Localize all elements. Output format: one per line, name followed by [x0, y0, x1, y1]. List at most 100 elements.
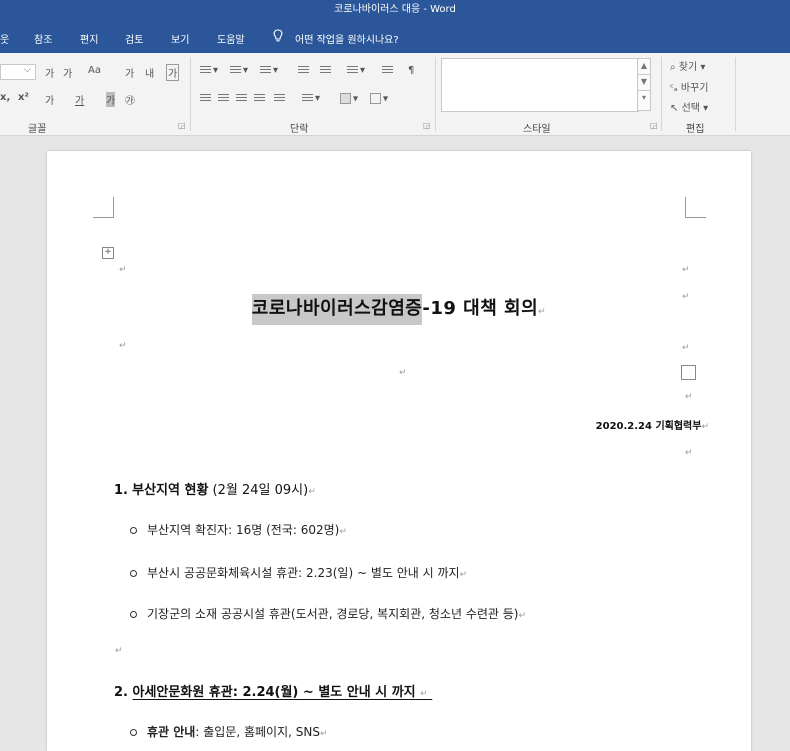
group-divider — [435, 57, 436, 131]
align-center-button[interactable] — [216, 93, 231, 104]
list-item: 부산지역 확진자: 16명 (전국: 602명)↵ — [130, 521, 347, 538]
line-spacing-button[interactable]: ▾ — [300, 93, 320, 104]
document-page[interactable]: + ↵ ↵ ↵ ↵ ↵ ↵ ↵ ↵ ↵ 코로나바이러스감염증-19 대책 회의↵… — [47, 151, 751, 751]
section-2-heading: 2. 아세안문화원 휴관: 2.24(월) ~ 별도 안내 시 까지 ↵ — [114, 681, 432, 700]
paragraph-mark-icon: ↵ — [399, 368, 407, 378]
subscript-button[interactable]: x, — [0, 92, 10, 103]
find-label: 찾기 — [678, 62, 698, 73]
section-heading-part2: : 2.24(월) ~ 별도 안내 시 까지 — [232, 685, 416, 700]
tab-mailings[interactable]: 편지 — [80, 31, 98, 46]
shrink-font-button[interactable]: 가 — [63, 65, 72, 80]
cursor-icon: ↖ — [670, 103, 679, 114]
paragraph-mark-icon: ↵ — [420, 689, 428, 699]
replace-label: 바꾸기 — [680, 83, 709, 94]
bullet-icon — [130, 729, 137, 736]
editing-group-label: 편집 — [686, 124, 705, 135]
replace-button[interactable]: ᶜₐ 바꾸기 — [670, 79, 708, 94]
lightbulb-icon — [273, 29, 283, 42]
char-shading-button[interactable]: 가 — [106, 92, 116, 107]
numbering-button[interactable]: ▾ — [228, 65, 248, 76]
paragraph-mark-icon: ↵ — [518, 611, 527, 621]
section-1-heading: 1. 부산지역 현황 (2월 24일 09시)↵ — [114, 479, 316, 498]
phonetic-guide-button[interactable]: 내 — [145, 65, 154, 80]
styles-scroll-up[interactable]: ▲ — [637, 58, 651, 75]
styles-gallery[interactable] — [441, 58, 639, 112]
paragraph-mark-icon: ↵ — [682, 265, 690, 275]
replace-icon: ᶜₐ — [670, 83, 678, 94]
tab-help[interactable]: 도움말 — [217, 31, 245, 46]
paragraph-mark-icon: ↵ — [682, 343, 690, 353]
list-item: 부산시 공공문화체육시설 휴관: 2.23(일) ~ 별도 안내 시 까지↵ — [130, 564, 467, 581]
bullet-icon — [130, 527, 137, 534]
section-heading-bold: 부산지역 현황 — [132, 483, 209, 498]
sort-button[interactable] — [380, 65, 395, 76]
paragraph-mark-icon: ↵ — [701, 422, 709, 432]
styles-more-button[interactable]: ▾ — [637, 90, 651, 111]
paragraph-group-label: 단락 — [290, 124, 309, 135]
bullet-text: 기장군의 소재 공공시설 휴관(도서관, 경로당, 복지회관, 청소년 수련관 … — [147, 607, 519, 621]
asian-layout-button[interactable]: ▾ — [345, 65, 365, 76]
styles-dialog-launcher[interactable]: ◲ — [650, 121, 658, 130]
document-title[interactable]: 코로나바이러스감염증-19 대책 회의↵ — [47, 294, 751, 325]
tell-me-search[interactable]: 어떤 작업을 원하시나요? — [295, 31, 399, 46]
multilevel-list-button[interactable]: ▾ — [258, 65, 278, 76]
title-rest: -19 대책 회의 — [422, 298, 539, 319]
superscript-button[interactable]: x² — [18, 92, 29, 103]
paragraph-mark-icon: ↵ — [339, 527, 347, 537]
enclose-char-button[interactable]: ㉮ — [125, 92, 135, 107]
section-number: 2. — [114, 685, 128, 700]
decrease-indent-button[interactable] — [296, 65, 311, 76]
bullet-icon — [130, 570, 137, 577]
group-divider — [190, 57, 191, 131]
paragraph-mark-icon: ↵ — [319, 729, 328, 739]
crop-mark-left — [93, 197, 114, 218]
align-left-button[interactable] — [198, 93, 213, 104]
tab-references[interactable]: 참조 — [34, 31, 52, 46]
paragraph-dialog-launcher[interactable]: ◲ — [423, 121, 431, 130]
tab-view[interactable]: 보기 — [171, 31, 189, 46]
window-title: 코로나바이러스 대응 - Word — [334, 4, 456, 15]
section-heading-underlined: 아세안문화원 휴관: 2.24(월) ~ 별도 안내 시 까지 ↵ — [133, 685, 433, 700]
find-button[interactable]: ⌕ 찾기 ▾ — [670, 58, 705, 73]
grow-font-button[interactable]: 가 — [45, 65, 54, 80]
clear-format-button[interactable]: 가 — [125, 65, 134, 80]
crop-mark-right — [685, 197, 706, 218]
group-divider — [735, 57, 736, 131]
bullet-text-bold: 휴관 안내 — [147, 725, 196, 739]
show-marks-button[interactable]: ¶ — [408, 65, 414, 76]
font-color-button[interactable]: 가 — [75, 92, 84, 107]
font-dialog-launcher[interactable]: ◲ — [178, 121, 186, 130]
list-item: 휴관 안내: 출입문, 홈페이지, SNS↵ — [130, 723, 328, 740]
bullet-icon — [130, 611, 137, 618]
section-heading-part1: 아세안문화원 휴관 — [132, 685, 233, 700]
bullets-button[interactable]: ▾ — [198, 65, 218, 76]
change-case-button[interactable]: Aa — [88, 65, 101, 76]
paragraph-mark-icon: ↵ — [308, 487, 316, 497]
paragraph-mark-icon: ↵ — [115, 646, 123, 656]
justify-button[interactable] — [252, 93, 267, 104]
increase-indent-button[interactable] — [318, 65, 333, 76]
title-bar: 코로나바이러스 대응 - Word — [0, 0, 790, 22]
tab-review[interactable]: 검토 — [125, 31, 143, 46]
char-border-button[interactable]: 가 — [166, 64, 180, 81]
paragraph-mark-icon: ↵ — [459, 570, 468, 580]
list-item: 기장군의 소재 공공시설 휴관(도서관, 경로당, 복지회관, 청소년 수련관 … — [130, 605, 526, 622]
bullet-text: 부산지역 확진자: 16명 (전국: 602명) — [147, 523, 340, 537]
select-button[interactable]: ↖ 선택 ▾ — [670, 99, 708, 114]
shading-button[interactable]: ▾ — [340, 93, 358, 105]
borders-button[interactable]: ▾ — [370, 93, 388, 105]
bullet-text: 부산시 공공문화체육시설 휴관: 2.23(일) ~ 별도 안내 시 까지 — [147, 566, 460, 580]
paragraph-mark-icon: ↵ — [119, 341, 127, 351]
text-effects-button[interactable]: 가 — [45, 92, 54, 107]
section-heading-rest: (2월 24일 09시) — [208, 483, 309, 498]
tab-layout[interactable]: 웃 — [0, 31, 9, 46]
search-icon: ⌕ — [670, 62, 676, 73]
distributed-button[interactable] — [272, 93, 287, 104]
chevron-down-icon[interactable]: ⌵ — [24, 65, 31, 75]
paragraph-mark-icon: ↵ — [685, 392, 693, 402]
selected-text[interactable]: 코로나바이러스감염증 — [251, 294, 423, 325]
bullet-text: : 출입문, 홈페이지, SNS — [195, 725, 320, 739]
styles-scroll-down[interactable]: ▼ — [637, 74, 651, 91]
table-move-handle-icon[interactable]: + — [102, 247, 114, 259]
align-right-button[interactable] — [234, 93, 249, 104]
